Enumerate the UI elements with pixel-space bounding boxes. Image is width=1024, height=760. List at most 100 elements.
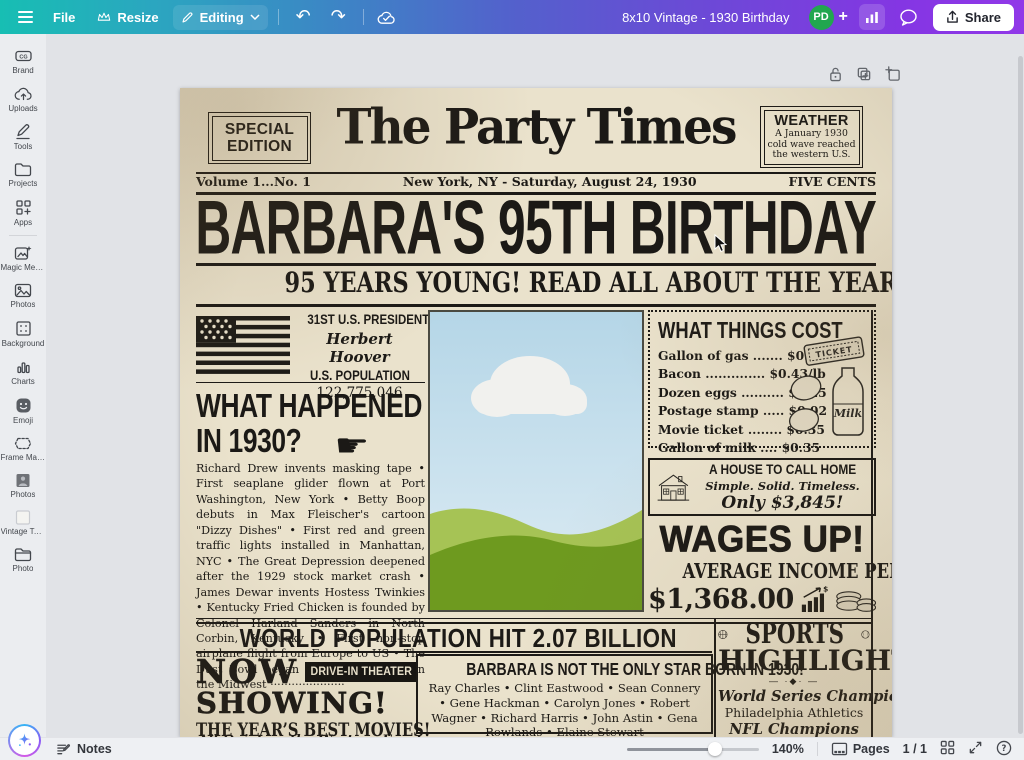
svg-text:Milk: Milk	[833, 407, 863, 420]
sidebar-item-brand[interactable]: CG Brand	[0, 42, 46, 80]
duplicate-icon	[856, 66, 872, 82]
notes-label: Notes	[77, 742, 112, 756]
sports-title-line1: SPORTS	[745, 621, 843, 648]
topbar-divider	[278, 9, 279, 25]
now-showing-block[interactable]: NOW DRIVE-IN THEATER SHOWING! THE YEAR’S…	[196, 655, 411, 737]
folder-icon	[14, 162, 32, 177]
grid-view-icon	[940, 740, 955, 755]
left-column-rule	[196, 382, 425, 383]
wages-subtitle[interactable]: AVERAGE INCOME PER YEAR	[683, 559, 892, 583]
sports-divider-ornament: — ·◆· —	[718, 676, 870, 687]
photo-placeholder[interactable]	[428, 310, 644, 612]
sidebar-item-emoji[interactable]: Emoji	[0, 391, 46, 430]
pages-button[interactable]: Pages	[831, 742, 890, 756]
sidebar-item-photos[interactable]: Photos	[0, 277, 46, 314]
pen-tool-icon	[15, 124, 32, 140]
design-title[interactable]: 8x10 Vintage - 1930 Birthday	[622, 10, 789, 25]
sidebar-item-photos-thumbnail[interactable]: Photos	[0, 467, 46, 504]
resize-label: Resize	[117, 10, 158, 25]
brand-kit-icon: CG	[14, 48, 33, 64]
file-menu-button[interactable]: File	[45, 5, 83, 30]
house-price: Only $3,845!	[696, 493, 869, 513]
wages-amount: $1,368.00	[648, 584, 794, 615]
zoom-level-label: 140%	[772, 742, 804, 756]
zoom-level-button[interactable]: 140%	[772, 742, 804, 756]
house-ad-box[interactable]: A HOUSE TO CALL HOME Simple. Solid. Time…	[648, 458, 876, 516]
editing-mode-button[interactable]: Editing	[173, 5, 268, 30]
grid-view-button[interactable]	[940, 740, 955, 758]
comments-button[interactable]	[896, 4, 922, 30]
us-flag-illustration[interactable]	[196, 316, 290, 374]
baseball-icon	[861, 625, 870, 644]
lock-page-button[interactable]	[826, 65, 844, 83]
bottombar: Notes 140% Pages 1 / 1	[0, 737, 1024, 760]
sports-highlights-column[interactable]: SPORTS HIGHLIGHTS — ·◆· — World Series C…	[718, 621, 870, 737]
population-label: U.S. POPULATION	[310, 367, 410, 383]
main-menu-button[interactable]	[12, 5, 39, 29]
expand-icon	[968, 740, 983, 755]
redo-button[interactable]: ↷	[324, 5, 353, 29]
population-band-text: WORLD POPULATION HIT 2.07 BILLION	[239, 623, 676, 654]
help-button[interactable]: ?	[996, 740, 1012, 759]
sidebar-item-background[interactable]: Background	[0, 314, 46, 353]
vertical-scrollbar[interactable]	[1018, 56, 1023, 734]
main-headline[interactable]: BARBARA'S 95TH BIRTHDAY	[196, 184, 877, 271]
canva-editor: File Resize Editing ↶ ↷ 8x10 Vintage - 1…	[0, 0, 1024, 760]
add-page-icon	[885, 66, 901, 82]
sidebar-item-projects[interactable]: Projects	[0, 156, 46, 193]
object-panel-sidebar: CG Brand Uploads Tools Projects Apps Mag…	[0, 34, 46, 760]
svg-text:?: ?	[1002, 743, 1007, 753]
undo-button[interactable]: ↶	[289, 5, 318, 29]
sidebar-item-vintage-texture[interactable]: Vintage Tex...	[0, 504, 46, 541]
what-things-cost-box[interactable]: WHAT THINGS COST $ Gallon of gas .......…	[648, 310, 876, 448]
chevron-down-icon	[250, 14, 260, 20]
sub-headline[interactable]: 95 YEARS YOUNG! READ ALL ABOUT THE YEAR …	[285, 266, 892, 299]
photo-thumbnail-icon	[15, 473, 31, 488]
page-controls	[826, 65, 902, 83]
help-icon: ?	[996, 740, 1012, 756]
duplicate-page-button[interactable]	[855, 65, 873, 83]
invite-member-button[interactable]: +	[839, 8, 848, 26]
sidebar-item-photo-folder[interactable]: Photo	[0, 541, 46, 578]
notes-button[interactable]: Notes	[56, 742, 112, 756]
share-upload-icon	[946, 10, 959, 24]
texture-swatch-icon	[15, 510, 31, 525]
sidebar-item-tools[interactable]: Tools	[0, 118, 46, 156]
wages-title[interactable]: WAGES UP!	[648, 519, 876, 561]
now-word: NOW	[196, 655, 298, 688]
design-workspace: SPECIAL EDITION The Party Times WEATHER …	[46, 34, 1024, 760]
drive-in-badge: DRIVE-IN THEATER	[305, 662, 418, 682]
stars-names: Ray Charles • Clint Eastwood • Sean Conn…	[424, 681, 705, 737]
sidebar-item-magic-media[interactable]: Magic Media	[0, 239, 46, 277]
frame-maker-icon	[14, 436, 32, 451]
add-page-button[interactable]	[884, 65, 902, 83]
sidebar-item-apps[interactable]: Apps	[0, 193, 46, 232]
canva-assistant-button[interactable]	[8, 724, 41, 757]
design-page[interactable]: SPECIAL EDITION The Party Times WEATHER …	[180, 88, 892, 737]
population-band[interactable]: WORLD POPULATION HIT 2.07 BILLION	[196, 625, 712, 651]
weather-line3: the western U.S.	[773, 150, 851, 161]
zoom-slider[interactable]	[627, 741, 759, 757]
sidebar-item-frame-maker[interactable]: Frame Maker	[0, 430, 46, 467]
wages-amount-row[interactable]: $1,368.00 $	[648, 584, 876, 615]
mouse-cursor	[714, 234, 727, 253]
svg-text:$: $	[823, 585, 828, 594]
share-button[interactable]: Share	[933, 4, 1014, 31]
svg-text:CG: CG	[19, 54, 27, 60]
insights-button[interactable]	[859, 4, 885, 30]
weather-box[interactable]: WEATHER A January 1930 cold wave reached…	[760, 106, 863, 168]
avatar[interactable]: PD	[809, 5, 834, 30]
subheadline-rule	[196, 304, 876, 307]
columns-section: 31ST U.S. PRESIDENT Herbert Hoover U.S. …	[196, 310, 876, 618]
sidebar-item-charts[interactable]: Charts	[0, 353, 46, 391]
sidebar-item-uploads[interactable]: Uploads	[0, 80, 46, 118]
fullscreen-button[interactable]	[968, 740, 983, 758]
cost-item: Gallon of milk .... $0.35	[658, 439, 866, 457]
house-title: A HOUSE TO CALL HOME	[709, 461, 856, 477]
zoom-slider-knob[interactable]	[708, 742, 722, 756]
resize-button[interactable]: Resize	[89, 5, 166, 30]
house-illustration	[655, 463, 692, 511]
apps-grid-icon	[15, 199, 32, 216]
eggs-illustration	[786, 370, 828, 436]
stars-born-box[interactable]: BARBARA IS NOT THE ONLY STAR BORN IN 193…	[416, 654, 713, 734]
